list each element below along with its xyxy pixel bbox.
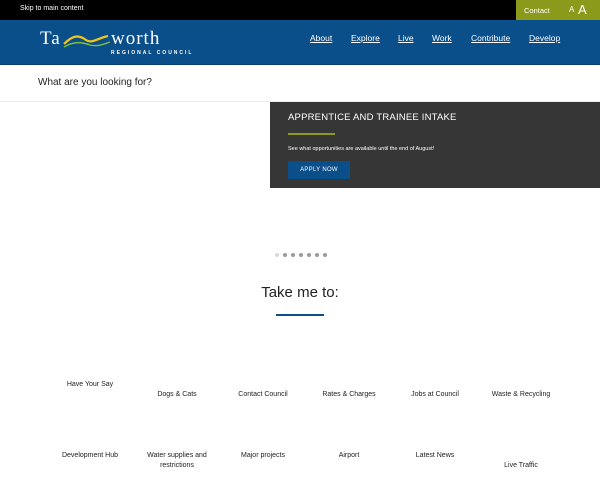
- nav-explore[interactable]: Explore: [351, 33, 380, 43]
- contact-link[interactable]: Contact: [524, 6, 550, 15]
- take-me-to-underline: [276, 314, 324, 316]
- quicklink-contact-council[interactable]: Contact Council: [218, 390, 308, 400]
- take-me-to-heading: Take me to:: [261, 284, 339, 301]
- search-input[interactable]: [38, 73, 438, 91]
- promo-divider: [288, 133, 335, 135]
- search-bar: [0, 65, 600, 102]
- contact-area: Contact A A: [516, 0, 600, 20]
- carousel-dot[interactable]: [323, 253, 327, 257]
- logo-text-left: Ta: [40, 28, 61, 49]
- site-header: Ta worth REGIONAL COUNCIL About Explore …: [0, 20, 600, 65]
- skip-to-content-link[interactable]: Skip to main content: [20, 5, 83, 12]
- decrease-font-button[interactable]: A: [569, 5, 574, 14]
- quicklink-water-supplies[interactable]: Water supplies and restrictions: [132, 451, 222, 471]
- council-logo[interactable]: Ta worth REGIONAL COUNCIL: [40, 28, 215, 62]
- quicklink-major-projects[interactable]: Major projects: [218, 451, 308, 461]
- nav-about[interactable]: About: [310, 33, 332, 43]
- apply-now-button[interactable]: APPLY NOW: [288, 161, 350, 179]
- carousel-dot[interactable]: [291, 253, 295, 257]
- carousel-dot[interactable]: [283, 253, 287, 257]
- nav-live[interactable]: Live: [398, 33, 414, 43]
- promo-title: APPRENTICE AND TRAINEE INTAKE: [288, 112, 457, 123]
- promo-banner: APPRENTICE AND TRAINEE INTAKE See what o…: [270, 102, 600, 188]
- nav-contribute[interactable]: Contribute: [471, 33, 510, 43]
- carousel-dot[interactable]: [299, 253, 303, 257]
- quicklink-have-your-say[interactable]: Have Your Say: [45, 380, 135, 390]
- increase-font-button[interactable]: A: [578, 2, 587, 17]
- carousel-dot[interactable]: [275, 253, 279, 257]
- utility-bar: Skip to main content Contact A A: [0, 0, 600, 20]
- promo-text: See what opportunities are available unt…: [288, 146, 435, 152]
- logo-text-right: worth: [111, 28, 161, 49]
- quicklink-waste-recycling[interactable]: Waste & Recycling: [476, 390, 566, 400]
- hills-logo-icon: [63, 34, 111, 48]
- nav-develop[interactable]: Develop: [529, 33, 560, 43]
- carousel-dot[interactable]: [307, 253, 311, 257]
- quicklink-development-hub[interactable]: Development Hub: [45, 451, 135, 461]
- quicklink-dogs-cats[interactable]: Dogs & Cats: [132, 390, 222, 400]
- carousel-dot[interactable]: [315, 253, 319, 257]
- logo-subtitle: REGIONAL COUNCIL: [111, 50, 194, 56]
- quicklink-latest-news[interactable]: Latest News: [390, 451, 480, 461]
- quicklink-jobs-at-council[interactable]: Jobs at Council: [390, 390, 480, 400]
- quicklink-airport[interactable]: Airport: [304, 451, 394, 461]
- quicklink-live-traffic[interactable]: Live Traffic: [476, 461, 566, 471]
- quicklink-rates-charges[interactable]: Rates & Charges: [304, 390, 394, 400]
- nav-work[interactable]: Work: [432, 33, 452, 43]
